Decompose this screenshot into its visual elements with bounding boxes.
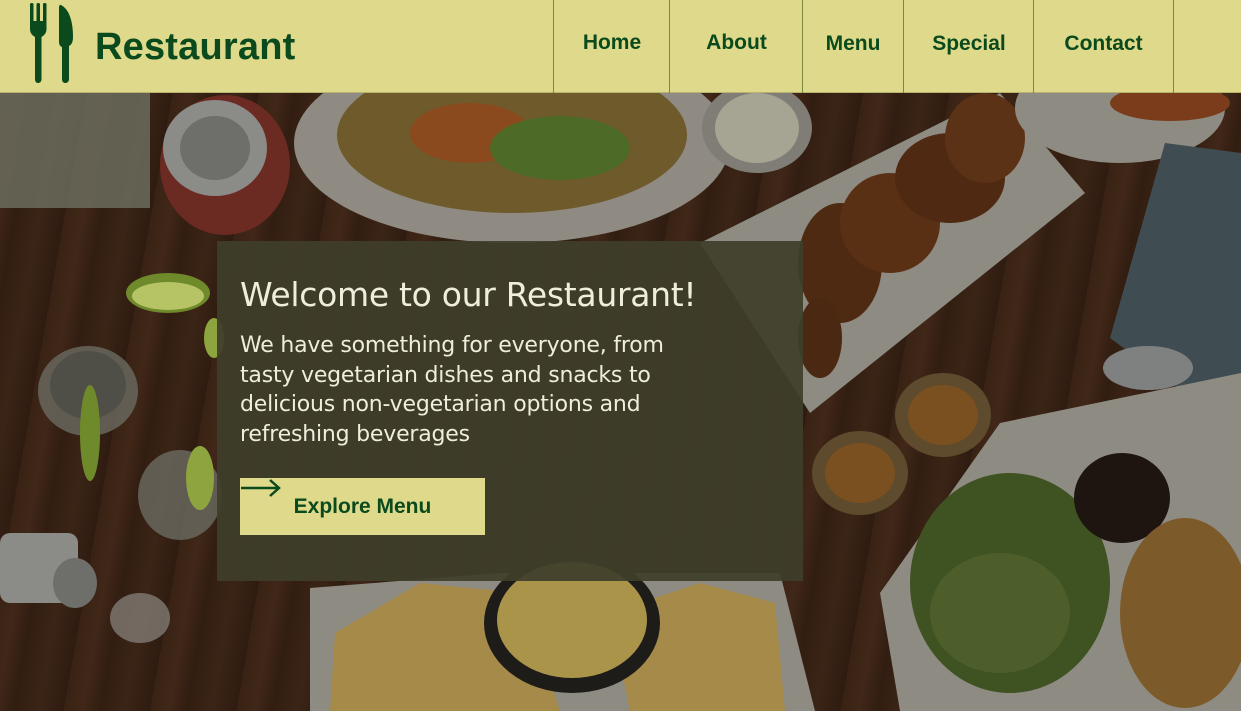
nav-contact-label: Contact (1064, 31, 1143, 55)
nav-special[interactable]: Special (903, 0, 1034, 93)
nav-special-label: Special (932, 31, 1006, 55)
welcome-description: We have something for everyone, from tas… (240, 333, 664, 447)
site-header: Restaurant Home About Menu Special Conta… (0, 0, 1241, 93)
hero-background-image: Welcome to our Restaurant! We have somet… (0, 93, 1241, 711)
nav-about[interactable]: About (669, 0, 803, 93)
explore-menu-button[interactable]: Explore Menu (240, 478, 485, 535)
nav-menu-label: Menu (825, 31, 881, 55)
welcome-card: Welcome to our Restaurant! We have somet… (217, 241, 803, 581)
brand-name[interactable]: Restaurant (95, 25, 296, 69)
welcome-title: Welcome to our Restaurant! (240, 275, 697, 314)
nav-contact[interactable]: Contact (1033, 0, 1174, 93)
explore-menu-label: Explore Menu (293, 494, 432, 518)
main-nav: Home About Menu Special Contact (553, 0, 1174, 93)
nav-home[interactable]: Home (553, 0, 670, 93)
fork-knife-icon (30, 3, 73, 83)
nav-about-label: About (706, 30, 767, 54)
nav-home-label: Home (582, 30, 642, 54)
nav-menu[interactable]: Menu (802, 0, 903, 93)
arrow-right-icon (241, 479, 281, 497)
